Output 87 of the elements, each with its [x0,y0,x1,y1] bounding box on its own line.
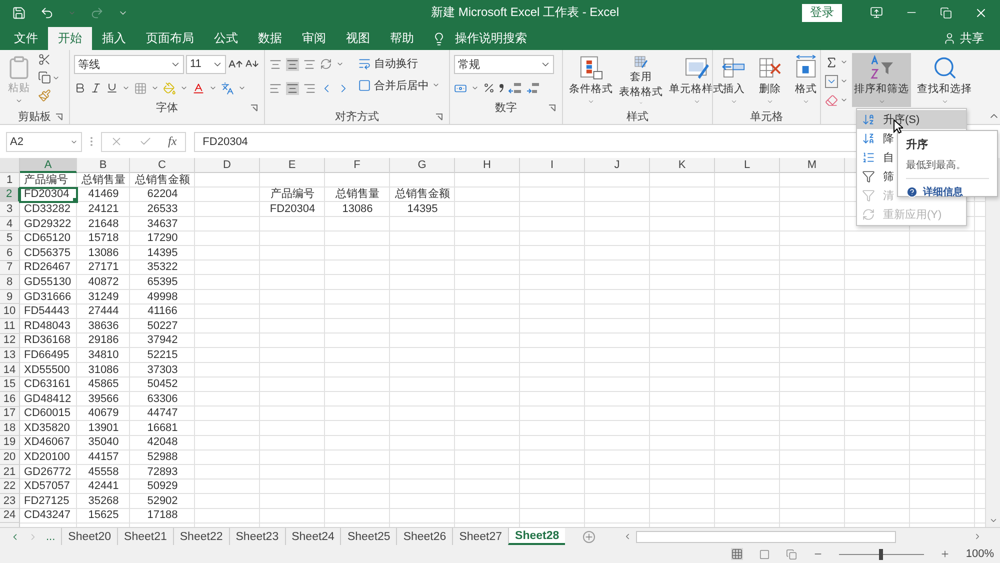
table-cell-text: 34637 [146,216,179,232]
table-cell-text: 34810 [87,348,120,363]
table-cell-text: 14395 [406,202,439,217]
table-cell-text: 产品编号 [270,188,316,202]
table-cell-text: 15718 [87,231,120,246]
table-cell-text: 40872 [87,275,120,290]
table-cell-text: 27171 [87,260,120,276]
table-cell-text: 26533 [146,202,179,217]
table-cell-text: GD29322 [23,216,72,232]
table-cell-text: 29186 [87,334,120,348]
table-cell-text: XD46067 [23,436,71,450]
table-cell-text: 52902 [146,494,179,509]
table-cell-text: 总销售金额 [134,173,191,188]
window-title: 新建 Microsoft Excel 工作表 - Excel [430,4,620,21]
table-cell-text: RD26467 [23,260,72,276]
table-cell-text: 41166 [146,304,178,319]
table-cell-text: GD48412 [23,392,72,406]
table-cell-text: 总销售量 [334,188,380,202]
table-cell-text: 总销售金额 [394,188,451,202]
table-cell-text: RD36168 [23,334,72,348]
table-cell-text: 产品编号 [23,173,69,188]
table-cell-text: 37303 [146,362,179,378]
group-label: 对齐方式 [335,110,379,124]
table-cell-text: 62204 [146,188,179,202]
group-label: 数字 [495,100,517,114]
table-cell-text: 49998 [146,290,179,304]
table-cell-text: 42048 [146,436,179,450]
table-cell-text: FD66495 [23,348,70,363]
table-cell-text: 31086 [87,362,120,378]
table-cell-text: XD35820 [23,421,71,436]
table-cell-text: 52215 [146,348,179,363]
table-cell-text: 50227 [146,318,179,334]
table-cell-text: 13901 [87,421,120,436]
table-cell-text: 65395 [146,275,179,290]
table-cell-text: 45558 [87,464,120,480]
table-cell-text: 17188 [146,508,179,524]
table-cell-text: 17290 [146,231,179,246]
table-cell-text: CD43247 [23,508,72,524]
table-cell-text: XD55500 [23,362,71,378]
table-cell-text: 40679 [87,406,120,422]
table-cell-text: 38636 [87,318,120,334]
table-cell-text: CD63161 [23,377,72,392]
table-cell-text: 24121 [87,202,120,217]
table-cell-text: 总销售量 [80,173,126,188]
table-cell-text: XD57057 [23,479,71,494]
table-cell-text: XD20100 [23,450,71,465]
table-cell-text: RD48043 [23,318,72,334]
table-cell-text: 44747 [146,406,179,422]
table-cell-text: 31249 [87,290,120,304]
table-cell-text: 44157 [87,450,120,465]
table-cell-text: 14395 [146,246,179,261]
table-cell: FD20304 [20,188,77,202]
table-cell-text: 16681 [146,421,179,436]
table-cell-text: 42441 [87,479,120,494]
table-cell-text: 35322 [146,260,179,276]
table-cell-text: 27444 [87,304,120,319]
table-cell-text: 35268 [87,494,120,509]
table-cell-text: 63306 [146,392,179,406]
table-cell-text: 35040 [87,436,120,450]
table-cell-text: 50452 [146,377,179,392]
tooltip-text: 最低到最高。 [906,158,967,172]
table-cell-text: 15625 [87,508,120,524]
table-cell-text: 72893 [146,464,179,480]
table-cell-text: FD27125 [23,494,70,509]
table-cell-text: FD54443 [23,304,70,319]
table-cell-text: CD56375 [23,246,72,261]
group-label: 样式 [626,110,648,124]
table-cell-text: GD26772 [23,464,72,480]
tooltip-title: 升序 [906,138,929,152]
table-cell-text: FD20304 [268,202,316,217]
table-cell-text: CD33282 [23,202,72,217]
table-cell-text: 21648 [87,216,120,232]
table-cell-text: 50929 [146,479,179,494]
table-cell-text: CD60015 [23,406,72,422]
table-cell-text: 13086 [341,202,374,217]
table-cell-text: 13086 [87,246,120,261]
table-cell-text: GD31666 [23,290,72,304]
group-label: 剪贴板 [18,110,51,124]
table-cell-text: CD65120 [23,231,72,246]
table-cell-text: GD55130 [23,275,72,290]
table-cell-text: 39566 [87,392,120,406]
table-cell-text: 37942 [146,334,179,348]
table-cell-text: 52988 [146,450,179,465]
group-label: 字体 [156,100,178,114]
table-cell-text: 45865 [87,377,120,392]
group-label: 单元格 [750,110,783,124]
table-cell-text: 41469 [87,188,120,202]
